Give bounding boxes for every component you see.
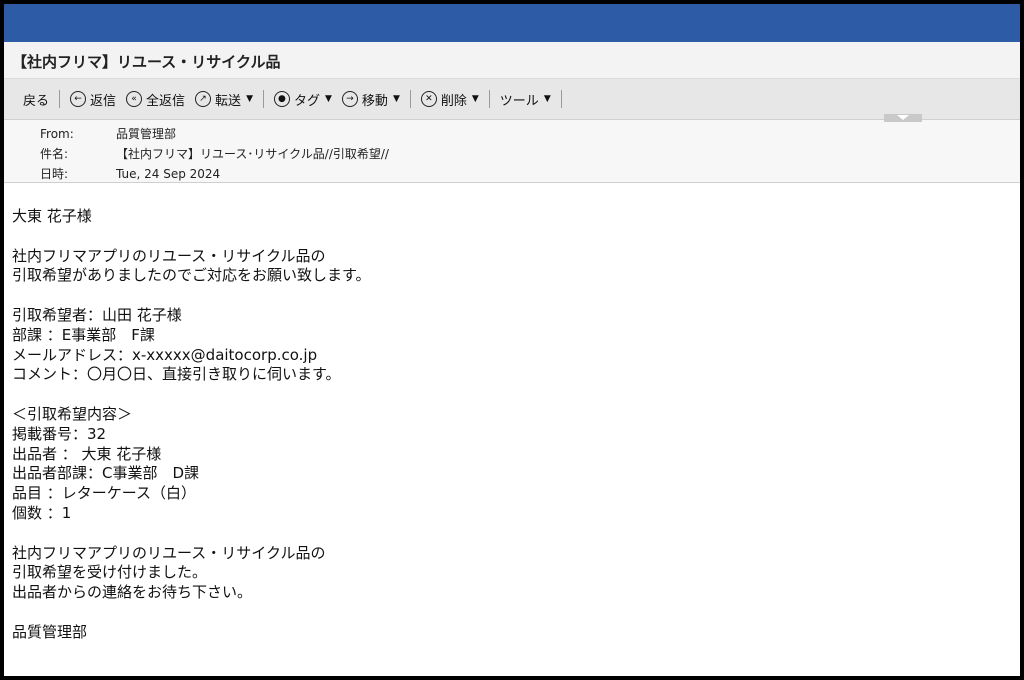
toolbar-separator — [59, 90, 61, 108]
header-date-row: 日時: Tue, 24 Sep 2024 — [40, 165, 220, 182]
chevron-down-icon: ▼ — [543, 94, 551, 104]
signature-line: 品質管理部 — [12, 622, 88, 641]
subject-value: 【社内フリマ】リユース･リサイクル品//引取希望// — [116, 147, 389, 161]
move-icon: → — [341, 91, 358, 107]
toolbar-separator — [262, 90, 264, 108]
back-button[interactable]: 戻る — [18, 90, 54, 109]
message-subject-bar: 【社内フリマ】リユース・リサイクル品 — [4, 42, 1020, 79]
tools-button[interactable]: ツール ▼ — [495, 90, 556, 109]
body-line: コメント：〇月〇日、直接引き取りに伺います。 — [12, 365, 341, 384]
reply-button[interactable]: ← 返信 — [65, 90, 121, 109]
reply-all-button[interactable]: « 全返信 — [121, 90, 190, 109]
body-line: 引取希望者：山田 花子様 — [12, 305, 182, 324]
reply-all-button-label: 全返信 — [146, 93, 186, 109]
body-line: 社内フリマアプリのリユース・リサイクル品の — [12, 543, 326, 562]
body-line: 社内フリマアプリのリユース・リサイクル品の — [12, 246, 326, 265]
forward-button-label: 転送 — [215, 93, 242, 109]
body-line: 引取希望がありましたのでご対応をお願い致します。 — [12, 266, 371, 285]
from-label: From: — [40, 127, 74, 141]
message-body-text: 大東 花子様 社内フリマアプリのリユース・リサイクル品の 引取希望がありましたの… — [12, 207, 371, 643]
body-line: 出品者からの連絡をお待ち下さい。 — [12, 583, 253, 602]
greeting-line: 大東 花子様 — [12, 207, 92, 225]
body-line: ＜引取希望内容＞ — [12, 404, 133, 423]
header-subject-row: 件名: 【社内フリマ】リユース･リサイクル品//引取希望// — [40, 145, 389, 162]
delete-button-label: 削除 — [440, 93, 467, 109]
chevron-down-icon: ▼ — [246, 94, 253, 104]
message-toolbar: 戻る ← 返信 « 全返信 ↗ 転送 ▼ ● タグ ▼ → 移動 ▼ ✕ 削除 … — [4, 79, 1020, 120]
delete-icon: ✕ — [420, 91, 437, 107]
reply-button-label: 返信 — [90, 93, 117, 109]
forward-button[interactable]: ↗ 転送 ▼ — [190, 90, 258, 109]
back-button-label: 戻る — [23, 93, 50, 109]
delete-button[interactable]: ✕ 削除 ▼ — [416, 90, 484, 109]
body-line: 部課 ：E事業部 F課 — [12, 325, 155, 344]
reply-icon: ← — [70, 91, 87, 107]
body-line: 引取希望を受け付けました。 — [12, 563, 208, 582]
body-line: 出品者 ： 大東 花子様 — [12, 444, 162, 463]
toolbar-separator — [409, 90, 411, 108]
mail-window: 【社内フリマ】リユース・リサイクル品 戻る ← 返信 « 全返信 ↗ 転送 ▼ … — [4, 4, 1020, 676]
subject-label: 件名: — [40, 147, 69, 161]
chevron-down-icon: ▼ — [392, 94, 400, 104]
header-from-row: From: 品質管理部 — [40, 125, 176, 142]
forward-icon: ↗ — [195, 91, 212, 107]
toolbar-separator — [488, 90, 490, 108]
message-header: From: 品質管理部 件名: 【社内フリマ】リユース･リサイクル品//引取希望//… — [4, 114, 1020, 183]
window-title-bar — [4, 4, 1020, 42]
body-line: メールアドレス：x-xxxxx@daitocorp.co.jp — [12, 345, 318, 364]
header-collapse-handle[interactable] — [884, 114, 922, 122]
tag-button-label: タグ — [293, 93, 320, 109]
from-value: 品質管理部 — [116, 127, 177, 141]
chevron-down-icon: ▼ — [325, 94, 332, 104]
move-button[interactable]: → 移動 ▼ — [337, 90, 405, 109]
message-body: 大東 花子様 社内フリマアプリのリユース・リサイクル品の 引取希望がありましたの… — [4, 183, 1020, 676]
tag-button[interactable]: ● タグ ▼ — [269, 90, 337, 109]
date-label: 日時: — [40, 167, 69, 181]
tag-icon: ● — [273, 91, 290, 107]
date-value: Tue, 24 Sep 2024 — [116, 167, 221, 181]
body-line: 品目 ：レターケース（白） — [12, 484, 197, 503]
message-subject-title: 【社内フリマ】リユース・リサイクル品 — [12, 53, 281, 71]
move-button-label: 移動 — [361, 93, 388, 109]
chevron-down-icon: ▼ — [471, 94, 479, 104]
toolbar-separator — [560, 90, 562, 108]
body-line: 出品者部課：C事業部 D課 — [12, 464, 200, 483]
body-line: 掲載番号：32 — [12, 424, 107, 443]
tools-button-label: ツール — [499, 93, 539, 109]
reply-all-icon: « — [126, 91, 143, 107]
body-line: 個数 ：1 — [12, 503, 72, 522]
